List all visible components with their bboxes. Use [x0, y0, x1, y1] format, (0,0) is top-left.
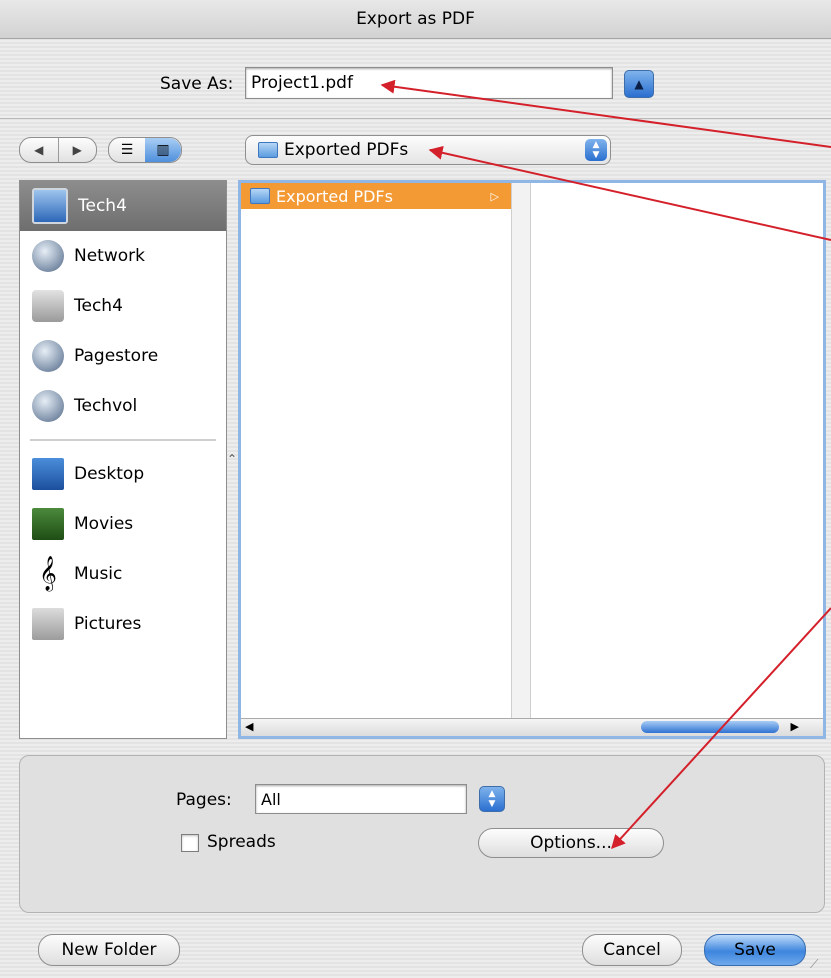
save-as-value: Project1.pdf [251, 73, 353, 93]
resize-grip-icon[interactable]: ⟋ [810, 957, 818, 972]
desktop-icon [32, 458, 64, 490]
sidebar-item-desktop[interactable]: Desktop [20, 449, 226, 499]
server-volume-icon [32, 390, 64, 422]
sidebar-item-pictures[interactable]: Pictures [20, 599, 226, 649]
sidebar-item-pagestore[interactable]: Pagestore [20, 331, 226, 381]
window-title-bar: Export as PDF [0, 0, 831, 39]
monitor-icon [32, 188, 68, 224]
window-title: Export as PDF [356, 9, 475, 29]
hard-disk-icon [32, 290, 64, 322]
spreads-label[interactable]: Spreads [207, 832, 276, 852]
sidebar-item-label: Network [74, 246, 145, 266]
pages-label: Pages: [176, 790, 232, 810]
pages-popup-arrows-icon[interactable]: ▲ ▼ [479, 786, 505, 812]
browser-item-exported-pdfs[interactable]: Exported PDFs ▷ [241, 183, 511, 209]
network-icon [32, 240, 64, 272]
spreads-checkbox[interactable] [181, 834, 199, 852]
sidebar-divider [30, 439, 216, 441]
export-options-panel [19, 755, 825, 913]
scrollbar-thumb[interactable] [641, 721, 779, 733]
options-button[interactable]: Options... [478, 828, 664, 858]
sidebar-item-label: Techvol [74, 396, 138, 416]
sidebar-item-tech4-computer[interactable]: Tech4 [20, 181, 226, 231]
cancel-button[interactable]: Cancel [582, 934, 682, 966]
pictures-icon [32, 608, 64, 640]
pages-value: All [261, 789, 281, 809]
sidebar-splitter-handle[interactable]: ⌃ [227, 452, 237, 466]
scroll-left-icon[interactable]: ◀ [245, 720, 253, 733]
horizontal-scrollbar[interactable]: ◀ ▶ [241, 718, 823, 736]
back-forward-control[interactable]: ◀ ▶ [19, 137, 97, 163]
sidebar-item-network[interactable]: Network [20, 231, 226, 281]
browser-column-2-divider [530, 183, 531, 728]
expand-dialog-button[interactable]: ▲ [624, 70, 654, 98]
top-separator [0, 118, 831, 119]
sidebar-item-label: Music [74, 564, 123, 584]
popup-arrows-icon: ▲ ▼ [585, 139, 607, 161]
column-view-icon[interactable]: ▥ [145, 138, 181, 162]
save-button[interactable]: Save [704, 934, 806, 966]
list-view-icon[interactable]: ☰ [109, 138, 145, 162]
sidebar-item-label: Pagestore [74, 346, 159, 366]
new-folder-button[interactable]: New Folder [38, 934, 180, 966]
music-icon: 𝄞 [39, 556, 57, 591]
sidebar-item-label: Desktop [74, 464, 145, 484]
sidebar-item-label: Pictures [74, 614, 142, 634]
forward-arrow-icon[interactable]: ▶ [59, 143, 97, 157]
save-as-label: Save As: [160, 74, 234, 94]
sidebar-item-label: Tech4 [78, 196, 127, 216]
folder-icon [258, 142, 278, 158]
server-volume-icon [32, 340, 64, 372]
expand-triangle-icon: ▲ [634, 77, 644, 91]
disclosure-triangle-icon: ▷ [490, 189, 499, 203]
pages-combo-input[interactable]: All [255, 784, 467, 814]
browser-column-1: Exported PDFs ▷ [241, 183, 512, 728]
sidebar-item-movies[interactable]: Movies [20, 499, 226, 549]
back-arrow-icon[interactable]: ◀ [20, 143, 58, 157]
file-browser: Exported PDFs ▷ ◀ ▶ [238, 180, 826, 739]
sidebar-item-tech4-disk[interactable]: Tech4 [20, 281, 226, 331]
sidebar-item-techvol[interactable]: Techvol [20, 381, 226, 431]
column-resize-gutter[interactable] [512, 183, 530, 728]
sidebar-item-label: Movies [74, 514, 134, 534]
sidebar: Tech4 Network Tech4 Pagestore Techvol De… [19, 180, 227, 739]
folder-icon [250, 188, 270, 204]
browser-item-label: Exported PDFs [276, 186, 393, 206]
location-popup[interactable]: Exported PDFs ▲ ▼ [245, 135, 611, 165]
scroll-right-icon[interactable]: ▶ [791, 720, 799, 733]
sidebar-item-label: Tech4 [74, 296, 123, 316]
view-mode-control[interactable]: ☰ ▥ [108, 137, 182, 163]
sidebar-item-music[interactable]: 𝄞 Music [20, 549, 226, 599]
movies-icon [32, 508, 64, 540]
save-as-input[interactable]: Project1.pdf [245, 67, 613, 99]
location-value: Exported PDFs [284, 140, 409, 160]
